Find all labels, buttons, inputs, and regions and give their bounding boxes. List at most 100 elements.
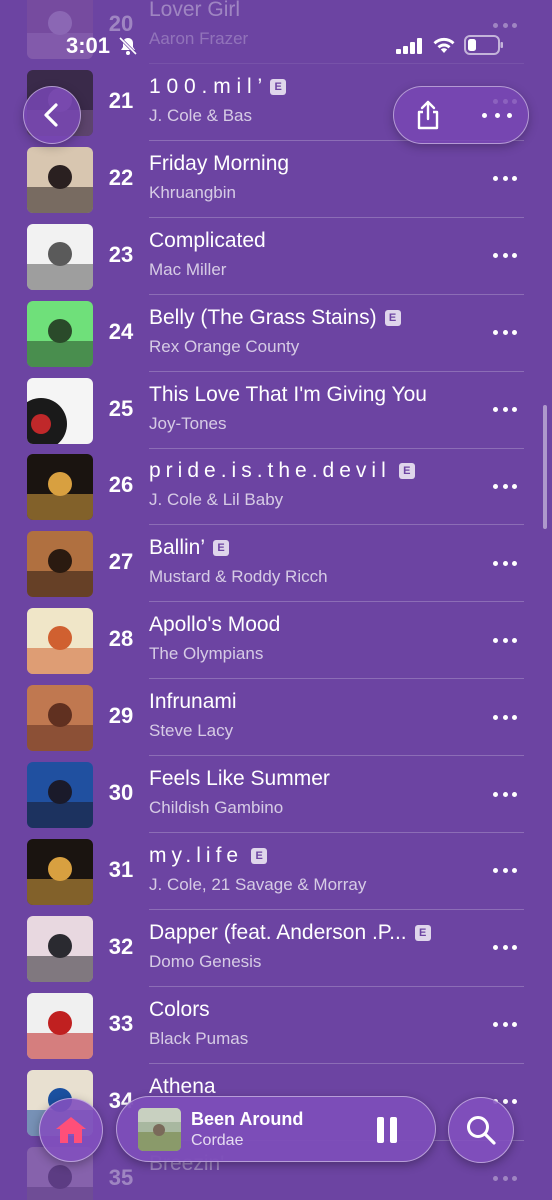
track-more-button[interactable] [490, 784, 520, 804]
track-row[interactable]: 22 Friday Morning Khruangbin [0, 141, 552, 218]
track-number: 32 [108, 933, 134, 959]
track-more-button[interactable] [490, 553, 520, 573]
explicit-badge: E [414, 924, 431, 941]
track-title-text: 1 0 0 . m i l ’ [149, 74, 263, 98]
track-number: 25 [108, 395, 134, 421]
track-more-button[interactable] [490, 1169, 520, 1189]
track-row[interactable]: 26 pride.is.the.devil E J. Cole & Lil Baby [0, 448, 552, 526]
track-title-text: my.life [149, 843, 244, 867]
track-title-text: Apollo's Mood [149, 613, 281, 637]
album-artwork [27, 608, 93, 675]
album-artwork [27, 838, 93, 905]
cellular-signal-icon [396, 38, 422, 54]
track-artist: J. Cole, 21 Savage & Morray [149, 874, 367, 894]
wifi-icon [433, 37, 455, 53]
track-row[interactable]: 25 This Love That I'm Giving You Joy-Tones [0, 372, 552, 449]
track-title: Dapper (feat. Anderson .P... E [149, 921, 431, 945]
track-title: Complicated [149, 229, 266, 253]
track-title-text: Infrunami [149, 690, 237, 714]
explicit-badge: E [270, 78, 287, 95]
track-title: This Love That I'm Giving You [149, 383, 427, 407]
album-artwork [27, 223, 93, 290]
track-more-button[interactable] [490, 169, 520, 189]
explicit-badge: E [398, 463, 415, 480]
silent-bell-icon [118, 36, 138, 56]
action-pill [393, 86, 529, 144]
album-artwork [27, 300, 93, 367]
track-title: Colors [149, 998, 210, 1022]
track-row[interactable]: 23 Complicated Mac Miller [0, 218, 552, 295]
track-artist: Domo Genesis [149, 951, 262, 971]
track-title-text: Athena [149, 1074, 216, 1098]
status-bar: 3:01 [0, 0, 552, 60]
now-playing-artist: Cordae [191, 1132, 244, 1149]
track-artist: J. Cole & Lil Baby [149, 490, 284, 510]
back-button[interactable] [23, 86, 81, 144]
mini-player[interactable]: Been Around Cordae [116, 1096, 436, 1162]
home-icon [56, 1117, 86, 1143]
album-artwork [27, 454, 93, 521]
scrollbar[interactable] [543, 405, 547, 529]
track-number: 33 [108, 1010, 134, 1036]
track-row[interactable]: 31 my.life E J. Cole, 21 Savage & Morray [0, 833, 552, 910]
track-artist: Rex Orange County [149, 336, 300, 356]
track-row[interactable]: 24 Belly (The Grass Stains) E Rex Orange Co… [0, 295, 552, 372]
track-artist: Mustard & Roddy Ricch [149, 567, 328, 587]
track-title: Ballin’ E [149, 536, 230, 560]
track-number: 30 [108, 780, 134, 805]
status-time: 3:01 [66, 33, 111, 58]
track-more-button[interactable] [490, 1015, 520, 1035]
track-title: pride.is.the.devil E [149, 459, 415, 483]
more-options-button[interactable] [482, 107, 512, 123]
album-artwork [27, 146, 93, 213]
track-row[interactable]: 27 Ballin’ E Mustard & Roddy Ricch [0, 525, 552, 603]
track-more-button[interactable] [490, 938, 520, 958]
track-artist: Black Pumas [149, 1028, 249, 1048]
track-more-button[interactable] [490, 630, 520, 650]
search-button[interactable] [448, 1097, 514, 1163]
track-title-text: Complicated [149, 228, 266, 252]
now-playing-title: Been Around [191, 1109, 304, 1129]
track-more-button[interactable] [490, 400, 520, 420]
album-artwork [27, 915, 93, 982]
track-title: Feels Like Summer [149, 767, 330, 791]
home-button[interactable] [39, 1098, 103, 1162]
track-more-button[interactable] [490, 861, 520, 881]
track-row[interactable]: 28 Apollo's Mood The Olympians [0, 602, 552, 680]
track-title: Friday Morning [149, 152, 289, 176]
track-artist: Childish Gambino [149, 798, 284, 817]
track-artist: Steve Lacy [149, 721, 234, 741]
track-artist: Khruangbin [149, 182, 236, 202]
album-artwork [27, 992, 93, 1059]
track-row[interactable]: 29 Infrunami Steve Lacy [0, 679, 552, 757]
track-row[interactable]: 30 Feels Like Summer Childish Gambino [0, 756, 552, 833]
track-more-button[interactable] [490, 246, 520, 266]
track-title-text: Feels Like Summer [149, 767, 330, 790]
track-number: 29 [108, 703, 134, 729]
track-more-button[interactable] [490, 476, 520, 496]
track-number: 22 [108, 164, 134, 190]
track-title-text: Dapper (feat. Anderson .P... [149, 920, 407, 944]
track-row[interactable]: 32 Dapper (feat. Anderson .P... E Domo Gene… [0, 910, 552, 987]
now-playing-artwork [138, 1108, 181, 1151]
track-title-text: Ballin’ [149, 536, 206, 560]
track-artist: Joy-Tones [149, 413, 227, 433]
track-title-text: This Love That I'm Giving You [149, 382, 427, 406]
track-title: my.life E [149, 843, 268, 868]
track-artist: The Olympians [149, 644, 264, 664]
track-more-button[interactable] [490, 707, 520, 727]
track-more-button[interactable] [490, 323, 520, 343]
track-artist: J. Cole & Bas [149, 105, 252, 125]
album-artwork [27, 762, 93, 828]
track-title: Infrunami [149, 690, 237, 714]
track-title: 1 0 0 . m i l ’ E [149, 74, 287, 99]
track-title: Apollo's Mood [149, 613, 280, 637]
track-number: 21 [108, 87, 134, 113]
pause-button[interactable] [376, 1117, 398, 1143]
track-number: 26 [108, 472, 134, 498]
track-title-text: pride.is.the.devil [149, 459, 391, 483]
track-title: Belly (The Grass Stains) E [149, 306, 401, 330]
track-number: 31 [108, 856, 134, 882]
share-icon[interactable] [412, 99, 444, 131]
track-row[interactable]: 33 Colors Black Pumas [0, 987, 552, 1064]
